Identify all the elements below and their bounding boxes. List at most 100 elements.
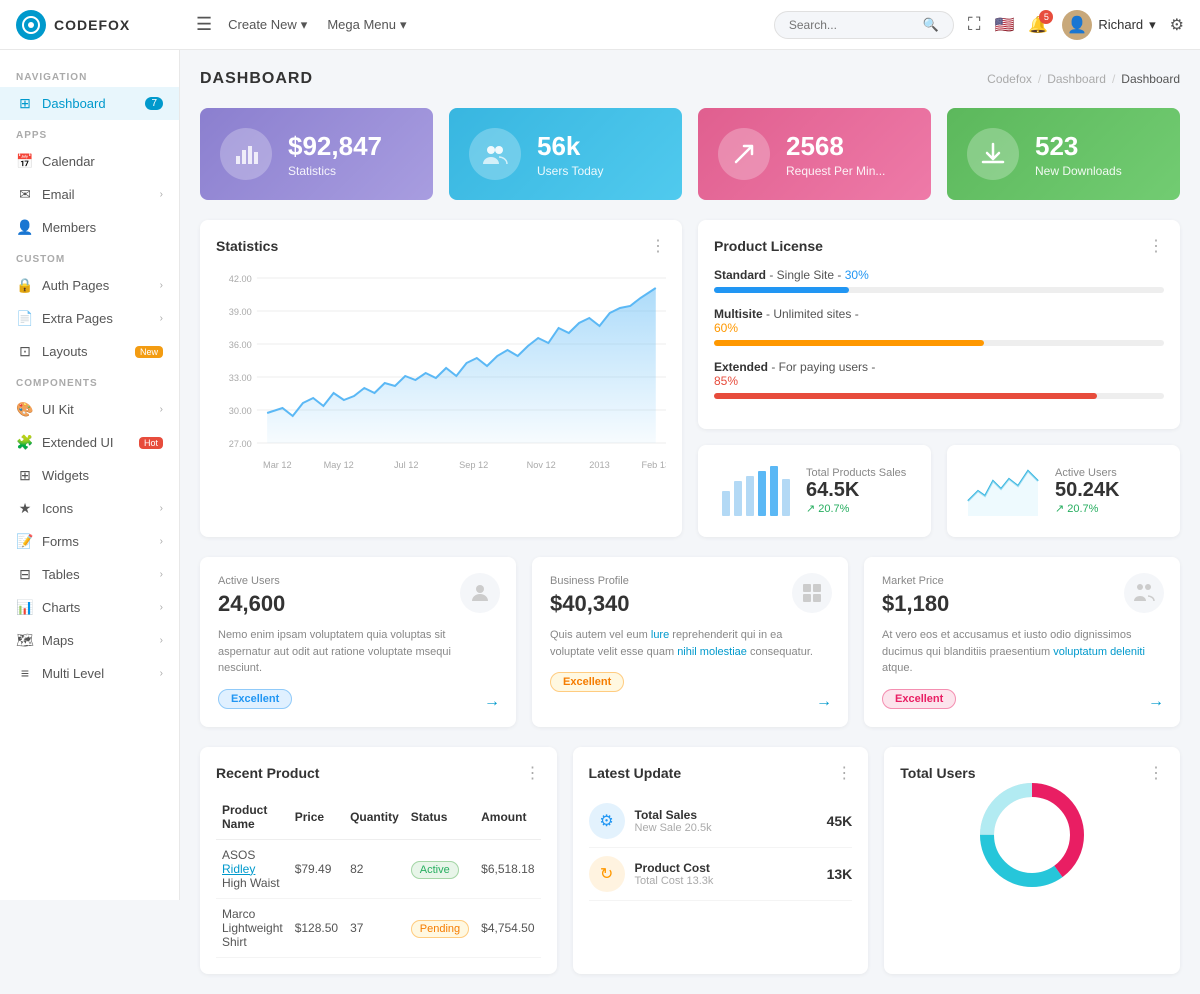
svg-text:2013: 2013 bbox=[589, 460, 609, 470]
stat-label: New Downloads bbox=[1035, 164, 1122, 178]
sidebar-item-extended-ui[interactable]: 🧩 Extended UI Hot bbox=[0, 426, 179, 459]
auth-icon: 🔒 bbox=[16, 277, 34, 294]
latest-update-menu-icon[interactable]: ⋮ bbox=[836, 763, 852, 783]
info-label: Business Profile bbox=[550, 575, 830, 587]
layouts-icon: ⊡ bbox=[16, 343, 34, 360]
license-bar-track bbox=[714, 393, 1164, 399]
page-header: DASHBOARD Codefox / Dashboard / Dashboar… bbox=[200, 70, 1180, 88]
total-users-menu-icon[interactable]: ⋮ bbox=[1148, 763, 1164, 783]
menu-hamburger-icon[interactable]: ☰ bbox=[196, 14, 212, 35]
sidebar-item-members[interactable]: 👤 Members bbox=[0, 211, 179, 244]
tables-icon: ⊟ bbox=[16, 566, 34, 583]
settings-icon[interactable]: ⚙ bbox=[1170, 15, 1184, 35]
flag-icon[interactable]: 🇺🇸 bbox=[994, 15, 1014, 35]
sidebar-item-icons[interactable]: ★ Icons › bbox=[0, 492, 179, 525]
info-badge[interactable]: Excellent bbox=[218, 689, 292, 709]
chevron-right-icon: › bbox=[160, 569, 163, 580]
sidebar-item-auth-pages[interactable]: 🔒 Auth Pages › bbox=[0, 269, 179, 302]
stat-value: 2568 bbox=[786, 131, 885, 162]
breadcrumb-dashboard[interactable]: Dashboard bbox=[1047, 72, 1106, 86]
stat-card-downloads[interactable]: 523 New Downloads bbox=[947, 108, 1180, 200]
sidebar-item-maps[interactable]: 🗺 Maps › bbox=[0, 624, 179, 657]
mini-stat-active-users[interactable]: Active Users 50.24K ↗ 20.7% bbox=[947, 445, 1180, 537]
user-info[interactable]: 👤 Richard ▾ bbox=[1062, 10, 1155, 40]
info-card-active-users: Active Users 24,600 Nemo enim ipsam volu… bbox=[200, 557, 516, 727]
icons-icon: ★ bbox=[16, 500, 34, 517]
sidebar-item-widgets[interactable]: ⊞ Widgets bbox=[0, 459, 179, 492]
expand-icon[interactable]: ⛶ bbox=[968, 14, 981, 35]
chart-svg: 42.00 39.00 36.00 33.00 30.00 27.00 Mar … bbox=[216, 268, 666, 488]
arrow-right-icon[interactable]: → bbox=[1148, 693, 1164, 711]
latest-update-card: Latest Update ⋮ ⚙ Total Sales New Sale 2… bbox=[573, 747, 869, 974]
mini-stat-products[interactable]: Total Products Sales 64.5K ↗ 20.7% bbox=[698, 445, 931, 537]
info-link[interactable]: lure bbox=[651, 629, 669, 641]
statistics-menu-icon[interactable]: ⋮ bbox=[650, 236, 666, 256]
user-name: Richard bbox=[1098, 17, 1143, 32]
latest-update-header: Latest Update ⋮ bbox=[589, 763, 853, 783]
sidebar-item-dashboard[interactable]: ⊞ Dashboard 7 bbox=[0, 87, 179, 120]
update-value: 13K bbox=[827, 866, 853, 882]
license-menu-icon[interactable]: ⋮ bbox=[1148, 236, 1164, 256]
col-status: Status bbox=[405, 795, 475, 840]
svg-text:30.00: 30.00 bbox=[229, 406, 252, 416]
sidebar-item-forms[interactable]: 📝 Forms › bbox=[0, 525, 179, 558]
sidebar-item-multi-level[interactable]: ≡ Multi Level › bbox=[0, 657, 179, 689]
recent-product-menu-icon[interactable]: ⋮ bbox=[525, 763, 541, 783]
stat-card-users[interactable]: 56k Users Today bbox=[449, 108, 682, 200]
stat-card-info: 523 New Downloads bbox=[1035, 131, 1122, 178]
product-link[interactable]: Ridley bbox=[222, 862, 255, 876]
recent-product-title: Recent Product bbox=[216, 765, 319, 781]
sidebar-item-email[interactable]: ✉ Email › bbox=[0, 178, 179, 211]
sidebar-item-layouts[interactable]: ⊡ Layouts New bbox=[0, 335, 179, 368]
arrow-right-icon[interactable]: → bbox=[484, 693, 500, 711]
statistics-card-header: Statistics ⋮ bbox=[216, 236, 666, 256]
arrow-right-icon[interactable]: → bbox=[816, 693, 832, 711]
dashboard-badge: 7 bbox=[145, 97, 163, 110]
donut-chart bbox=[900, 795, 1164, 875]
product-status: Active bbox=[405, 839, 475, 898]
total-users-card: Total Users ⋮ bbox=[884, 747, 1180, 974]
notification-icon[interactable]: 🔔 5 bbox=[1028, 15, 1048, 35]
create-new-link[interactable]: Create New ▾ bbox=[228, 17, 307, 33]
mini-stat-value: 64.5K bbox=[806, 479, 915, 502]
info-badge[interactable]: Excellent bbox=[882, 689, 956, 709]
sidebar-item-calendar[interactable]: 📅 Calendar bbox=[0, 145, 179, 178]
sidebar-item-extra-pages[interactable]: 📄 Extra Pages › bbox=[0, 302, 179, 335]
license-multisite: Multisite - Unlimited sites - 60% bbox=[714, 307, 1164, 346]
product-qty: 82 bbox=[344, 839, 405, 898]
info-link2[interactable]: nihil molestiae bbox=[677, 646, 747, 658]
license-bar-standard bbox=[714, 287, 849, 293]
info-link[interactable]: voluptatum deleniti bbox=[1053, 646, 1145, 658]
latest-update-title: Latest Update bbox=[589, 765, 682, 781]
stat-card-requests[interactable]: 2568 Request Per Min... bbox=[698, 108, 931, 200]
info-badge[interactable]: Excellent bbox=[550, 672, 624, 692]
chevron-right-icon: › bbox=[160, 503, 163, 514]
svg-text:27.00: 27.00 bbox=[229, 439, 252, 449]
charts-icon: 📊 bbox=[16, 599, 34, 616]
product-price: $79.49 bbox=[289, 839, 344, 898]
mini-chart-users bbox=[963, 461, 1043, 521]
info-value: $40,340 bbox=[550, 591, 830, 617]
sidebar-item-label: Extended UI bbox=[42, 435, 114, 450]
sidebar-item-label: Maps bbox=[42, 633, 74, 648]
stat-label: Users Today bbox=[537, 164, 603, 178]
right-column: Product License ⋮ Standard - Single Site… bbox=[698, 220, 1180, 537]
market-icon bbox=[1124, 573, 1164, 613]
sidebar-item-charts[interactable]: 📊 Charts › bbox=[0, 591, 179, 624]
sidebar-item-ui-kit[interactable]: 🎨 UI Kit › bbox=[0, 393, 179, 426]
multi-level-icon: ≡ bbox=[16, 665, 34, 681]
search-box[interactable]: 🔍 bbox=[774, 11, 954, 39]
license-card-header: Product License ⋮ bbox=[714, 236, 1164, 256]
sidebar-item-label: Email bbox=[42, 187, 75, 202]
new-badge: New bbox=[135, 346, 163, 358]
license-bar-extended bbox=[714, 393, 1097, 399]
search-input[interactable] bbox=[789, 18, 917, 32]
logo[interactable]: CODEFOX bbox=[16, 10, 196, 40]
status-badge: Active bbox=[411, 861, 459, 879]
mega-menu-link[interactable]: Mega Menu ▾ bbox=[327, 17, 406, 33]
breadcrumb-codefox[interactable]: Codefox bbox=[987, 72, 1032, 86]
sidebar-item-tables[interactable]: ⊟ Tables › bbox=[0, 558, 179, 591]
sidebar-item-label: Icons bbox=[42, 501, 73, 516]
stat-card-statistics[interactable]: $92,847 Statistics bbox=[200, 108, 433, 200]
info-desc: Nemo enim ipsam voluptatem quia voluptas… bbox=[218, 627, 498, 677]
